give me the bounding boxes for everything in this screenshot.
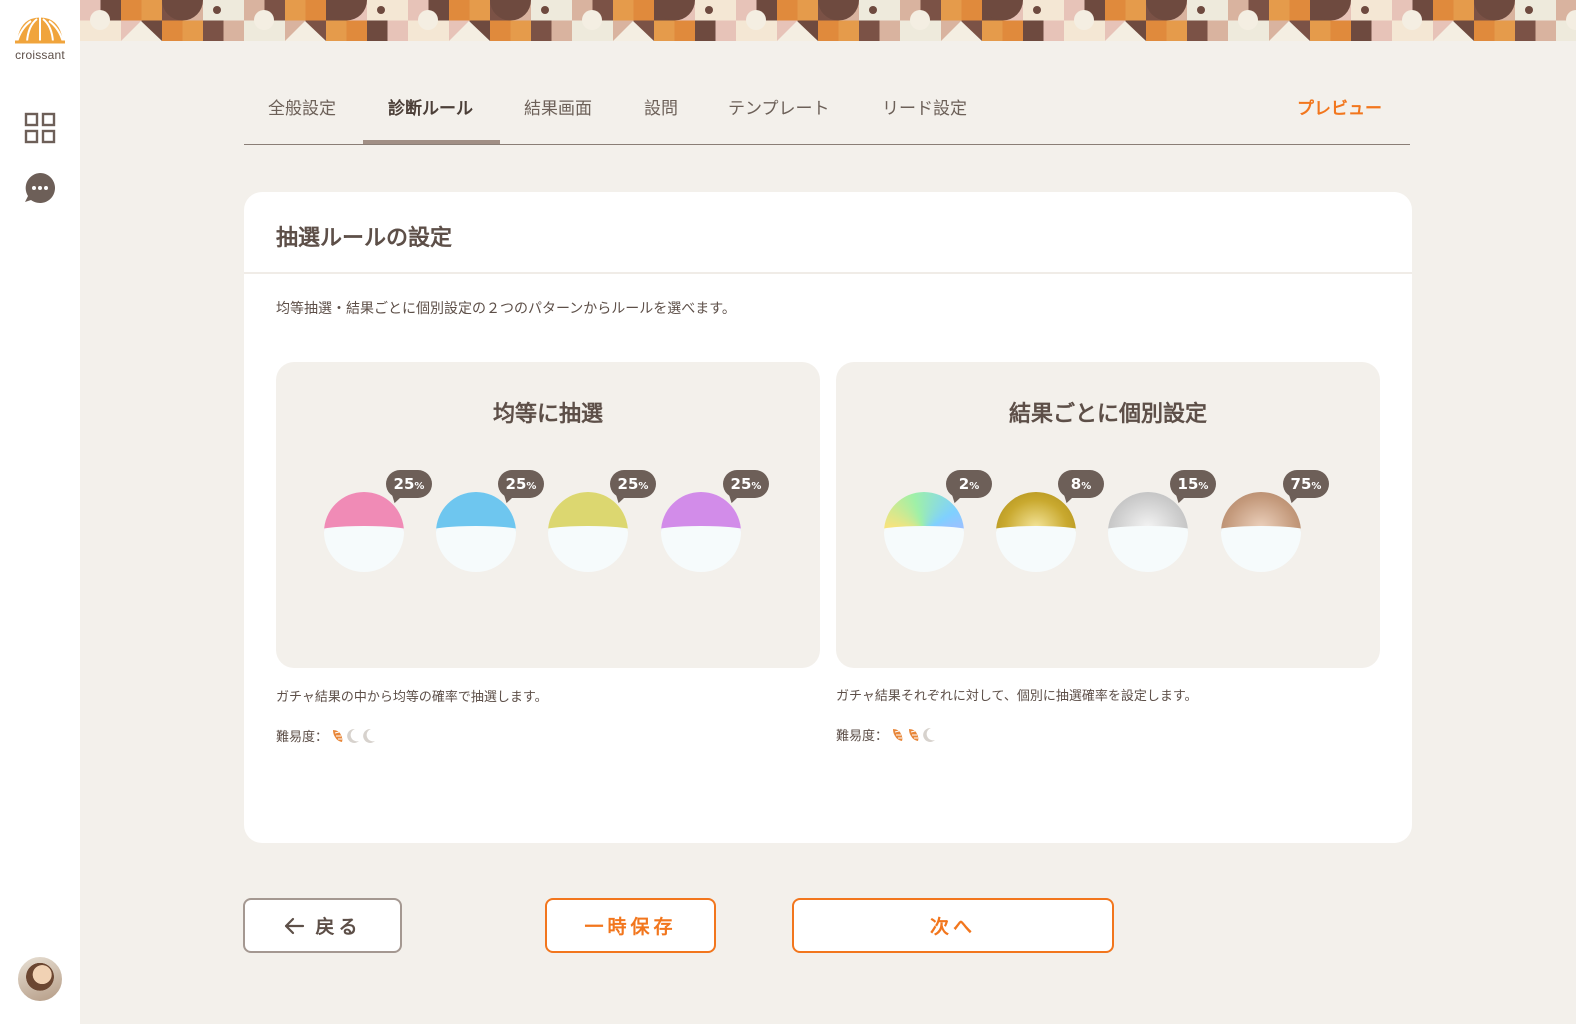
arrow-left-icon: [285, 917, 305, 934]
active-tab-indicator: [363, 140, 500, 144]
capsule-ball-icon: [1108, 492, 1188, 572]
next-button-label: 次へ: [929, 916, 976, 938]
probability-badge: 25%: [610, 470, 656, 498]
probability-badge: 75%: [1283, 470, 1329, 498]
next-button[interactable]: 次へ: [792, 898, 1114, 953]
capsule-ball-icon: [661, 492, 741, 572]
card-divider: [244, 272, 1412, 274]
card-title: 抽選ルールの設定: [276, 226, 453, 251]
dashboard-grid-icon[interactable]: [22, 110, 58, 146]
settings-tabs: 全般設定 診断ルール 結果画面 設問 テンプレート リード設定 プレビュー: [244, 84, 1410, 145]
temporary-save-button[interactable]: 一時保存: [545, 898, 716, 953]
croissant-logo-icon: [15, 17, 65, 44]
lottery-rule-card: 抽選ルールの設定 均等抽選・結果ごとに個別設定の２つのパターンからルールを選べま…: [244, 192, 1412, 843]
chat-bubble-icon[interactable]: [22, 170, 58, 206]
tab-general-settings[interactable]: 全般設定: [268, 94, 336, 119]
capsule-ball-icon: [1221, 492, 1301, 572]
decorative-pattern-banner: [80, 0, 1576, 41]
probability-badge: 25%: [498, 470, 544, 498]
preview-link[interactable]: プレビュー: [1297, 94, 1382, 119]
probability-badge: 25%: [723, 470, 769, 498]
croissant-filled-icon: [890, 727, 905, 742]
option-title: 均等に抽選: [492, 402, 603, 427]
probability-badge: 2%: [946, 470, 992, 498]
probability-badge: 8%: [1058, 470, 1104, 498]
back-button-label: 戻る: [315, 916, 362, 938]
tab-result-screen[interactable]: 結果画面: [524, 94, 592, 119]
back-button[interactable]: 戻る: [243, 898, 402, 953]
tab-diagnosis-rules[interactable]: 診断ルール: [388, 94, 473, 119]
difficulty-label: 難易度：: [276, 730, 329, 745]
croissant-empty-icon: [922, 727, 937, 742]
user-avatar[interactable]: [16, 955, 64, 1003]
capsule-ball-icon: [996, 492, 1076, 572]
croissant-empty-icon: [346, 728, 361, 743]
difficulty-rating: 難易度：: [836, 725, 938, 744]
tab-questions[interactable]: 設問: [644, 94, 678, 119]
logo-text: croissant: [15, 48, 65, 62]
croissant-logo[interactable]: croissant: [8, 14, 72, 70]
save-button-label: 一時保存: [584, 916, 677, 938]
difficulty-rating: 難易度：: [276, 726, 378, 745]
option-title: 結果ごとに個別設定: [1008, 402, 1207, 427]
capsule-ball-icon: [884, 492, 964, 572]
difficulty-label: 難易度：: [836, 729, 889, 744]
probability-badge: 25%: [386, 470, 432, 498]
option-equal-lottery[interactable]: 均等に抽選 25% 25% 25% 25%: [276, 362, 820, 668]
croissant-empty-icon: [362, 728, 377, 743]
card-description: 均等抽選・結果ごとに個別設定の２つのパターンからルールを選べます。: [276, 301, 736, 317]
capsule-ball-icon: [548, 492, 628, 572]
tab-lead-settings[interactable]: リード設定: [882, 94, 967, 119]
croissant-filled-icon: [906, 727, 921, 742]
tab-templates[interactable]: テンプレート: [728, 94, 830, 119]
sidebar: croissant: [0, 0, 80, 1024]
capsule-ball-icon: [324, 492, 404, 572]
option-note: ガチャ結果の中から均等の確率で抽選します。: [276, 690, 548, 705]
option-note: ガチャ結果それぞれに対して、個別に抽選確率を設定します。: [836, 689, 1198, 704]
croissant-filled-icon: [330, 728, 345, 743]
probability-badge: 15%: [1170, 470, 1216, 498]
option-individual-setting[interactable]: 結果ごとに個別設定 2% 8% 15% 75%: [836, 362, 1380, 668]
capsule-ball-icon: [436, 492, 516, 572]
